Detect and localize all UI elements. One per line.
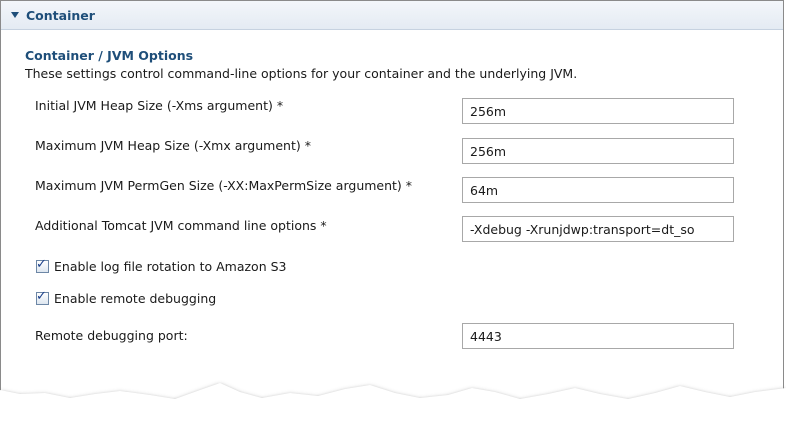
log-rotation-checkbox-row[interactable]: ✓ Enable log file rotation to Amazon S3	[36, 257, 287, 274]
remote-port-label: Remote debugging port:	[35, 328, 188, 343]
group-description: These settings control command-line opti…	[25, 66, 578, 81]
log-rotation-label: Enable log file rotation to Amazon S3	[54, 259, 287, 274]
remote-debug-checkbox[interactable]: ✓	[36, 289, 49, 305]
check-icon: ✓	[36, 257, 47, 272]
expand-triangle-icon[interactable]	[11, 12, 19, 18]
xms-input[interactable]	[462, 98, 734, 124]
log-rotation-checkbox[interactable]: ✓	[36, 257, 49, 273]
check-icon: ✓	[36, 289, 47, 304]
container-panel: Container Container / JVM Options These …	[0, 0, 784, 425]
jvm-options-label: Additional Tomcat JVM command line optio…	[35, 218, 327, 233]
torn-edge	[0, 383, 786, 426]
xmx-label: Maximum JVM Heap Size (-Xmx argument) *	[35, 138, 311, 153]
xmx-input[interactable]	[462, 138, 734, 164]
permgen-label: Maximum JVM PermGen Size (-XX:MaxPermSiz…	[35, 178, 413, 193]
group-title: Container / JVM Options	[25, 48, 194, 63]
remote-debug-label: Enable remote debugging	[54, 291, 217, 306]
remote-port-input[interactable]	[462, 323, 734, 349]
section-header-container[interactable]: Container	[1, 1, 783, 30]
jvm-options-input[interactable]	[462, 216, 734, 242]
permgen-input[interactable]	[462, 177, 734, 203]
section-title: Container	[26, 7, 95, 23]
remote-debug-checkbox-row[interactable]: ✓ Enable remote debugging	[36, 289, 217, 306]
xms-label: Initial JVM Heap Size (-Xms argument) *	[35, 98, 284, 113]
